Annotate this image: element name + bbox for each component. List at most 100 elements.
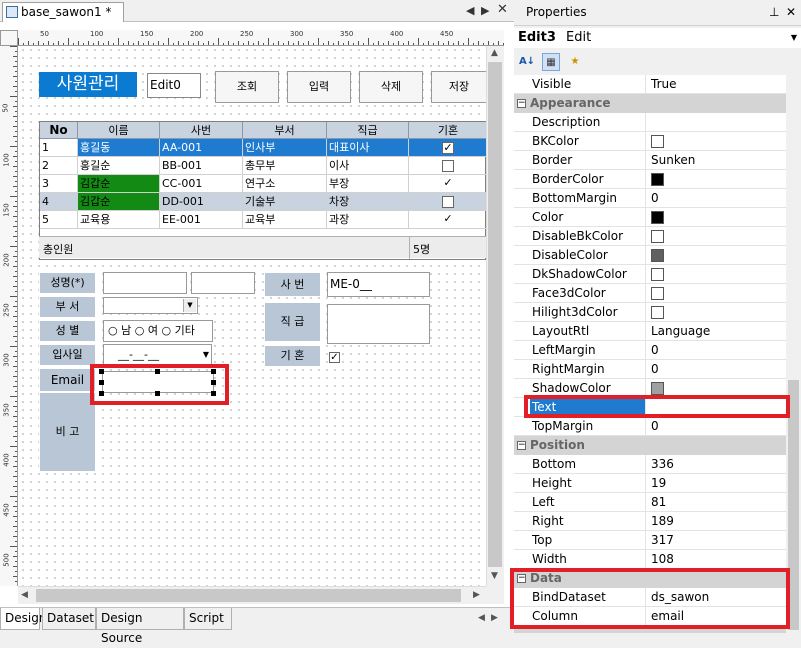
chevron-down-icon[interactable]: ▼ — [183, 299, 196, 312]
property-row[interactable]: DisableColor — [514, 246, 786, 265]
grid-cell-id[interactable]: CC-001 — [160, 175, 243, 193]
scroll-up-icon[interactable]: ▲ — [491, 48, 498, 58]
grid-cell-no[interactable]: 2 — [40, 157, 78, 175]
property-value[interactable]: 336 — [648, 455, 786, 474]
grid-cell-dept[interactable]: 총무부 — [243, 157, 327, 175]
hire-date-input[interactable]: __-__-__ ▼ — [103, 344, 212, 366]
sort-alpha-icon[interactable]: A↓ — [518, 53, 536, 71]
insert-button[interactable]: 입력 — [287, 71, 351, 103]
document-tab[interactable]: base_sawon1 * — [2, 2, 124, 22]
close-icon[interactable]: ✕ — [786, 0, 796, 24]
object-selector[interactable]: Edit3 Edit ▼ — [514, 28, 801, 48]
vertical-scroll-thumb[interactable] — [488, 62, 502, 567]
scroll-right-icon[interactable]: ▶ — [473, 590, 480, 600]
grid-cell-name[interactable]: 김갑순 — [78, 193, 160, 211]
married-checkbox[interactable]: ✓ — [442, 213, 454, 226]
property-value[interactable] — [648, 303, 786, 322]
grid-cell-name[interactable]: 김갑순 — [78, 175, 160, 193]
property-value[interactable] — [648, 265, 786, 284]
grid-header-no[interactable]: No — [40, 122, 78, 139]
property-row[interactable]: DisableBkColor — [514, 227, 786, 246]
collapse-icon[interactable]: − — [517, 99, 526, 108]
grid-cell-id[interactable]: DD-001 — [160, 193, 243, 211]
save-button[interactable]: 저장 — [431, 71, 486, 103]
property-row[interactable]: Right 189 — [514, 512, 786, 531]
property-row[interactable]: LayoutRtl Language — [514, 322, 786, 341]
property-value[interactable]: 108 — [648, 550, 786, 569]
gender-radio-group[interactable]: ○ 남 ○ 여 ○ 기타 — [103, 320, 213, 342]
property-value[interactable] — [648, 208, 786, 227]
property-row[interactable]: Visible True — [514, 75, 786, 94]
grid-cell-no[interactable]: 1 — [40, 139, 78, 157]
events-icon[interactable]: ★ — [566, 53, 584, 71]
horizontal-scroll-thumb[interactable] — [36, 589, 461, 602]
tab-scroll-left-icon[interactable]: ◀ — [466, 4, 474, 18]
rank-input[interactable] — [327, 304, 430, 344]
property-row[interactable]: Face3dColor — [514, 284, 786, 303]
property-value[interactable]: 0 — [648, 189, 786, 208]
category-position[interactable]: − Position — [514, 436, 786, 455]
property-row[interactable]: Hilight3dColor — [514, 303, 786, 322]
property-row[interactable]: BKColor — [514, 132, 786, 151]
grid-cell-id[interactable]: AA-001 — [160, 139, 243, 157]
property-value[interactable]: Language — [648, 322, 786, 341]
tab-design[interactable]: Design — [0, 608, 46, 630]
scroll-down-icon[interactable]: ▼ — [491, 571, 498, 581]
collapse-icon[interactable]: − — [517, 441, 526, 450]
grid-cell-rank[interactable]: 부장 — [327, 175, 409, 193]
delete-button[interactable]: 삭제 — [359, 71, 423, 103]
property-value[interactable] — [648, 113, 786, 132]
property-value[interactable] — [648, 246, 786, 265]
grid-cell-dept[interactable]: 기술부 — [243, 193, 327, 211]
scroll-left-icon[interactable]: ◀ — [21, 590, 28, 600]
close-document-icon[interactable]: ✕ — [497, 3, 508, 17]
grid-cell-id[interactable]: EE-001 — [160, 211, 243, 229]
property-row[interactable]: TopMargin 0 — [514, 417, 786, 436]
grid-cell-dept[interactable]: 교육부 — [243, 211, 327, 229]
property-row[interactable]: BorderColor — [514, 170, 786, 189]
married-checkbox[interactable] — [442, 196, 454, 208]
grid-cell-rank[interactable]: 차장 — [327, 193, 409, 211]
radio-icon[interactable]: ○ — [108, 324, 118, 337]
property-row[interactable]: Width 108 — [514, 550, 786, 569]
chevron-down-icon[interactable]: ▼ — [203, 345, 209, 365]
property-row[interactable]: RightMargin 0 — [514, 360, 786, 379]
property-value[interactable]: 317 — [648, 531, 786, 550]
tab-script[interactable]: Script — [184, 608, 232, 630]
grid-header-dept[interactable]: 부서 — [243, 122, 327, 139]
grid-cell-no[interactable]: 4 — [40, 193, 78, 211]
grid-cell-married[interactable]: ✓ — [409, 139, 487, 157]
property-value[interactable]: 189 — [648, 512, 786, 531]
tab-dataset[interactable]: Dataset — [42, 608, 96, 630]
married-checkbox[interactable]: ✓ — [442, 142, 454, 154]
dept-select[interactable]: ▼ — [103, 297, 198, 314]
property-row[interactable]: BottomMargin 0 — [514, 189, 786, 208]
grid-cell-name[interactable]: 교육용 — [78, 211, 160, 229]
grid-cell-rank[interactable]: 대표이사 — [327, 139, 409, 157]
property-row[interactable]: Color — [514, 208, 786, 227]
radio-icon[interactable]: ○ — [161, 324, 171, 337]
category-appearance[interactable]: − Appearance — [514, 94, 786, 113]
grid-cell-no[interactable]: 3 — [40, 175, 78, 193]
property-row[interactable]: Border Sunken — [514, 151, 786, 170]
property-value[interactable]: 0 — [648, 360, 786, 379]
property-row[interactable]: Top 317 — [514, 531, 786, 550]
grid-cell-dept[interactable]: 인사부 — [243, 139, 327, 157]
grid-cell-dept[interactable]: 연구소 — [243, 175, 327, 193]
grid-cell-married[interactable] — [409, 193, 487, 211]
tab-design-source[interactable]: Design Source — [96, 608, 184, 645]
grid-cell-id[interactable]: BB-001 — [160, 157, 243, 175]
radio-icon[interactable]: ○ — [135, 324, 145, 337]
grid-cell-married[interactable]: ✓ — [409, 211, 487, 229]
married-checkbox[interactable]: ✓ — [442, 177, 454, 190]
categorized-icon[interactable]: ▦ — [542, 53, 560, 71]
married-checkbox[interactable] — [442, 160, 454, 172]
search-button[interactable]: 조회 — [215, 71, 279, 103]
tab-scroll-right-icon[interactable]: ▶ — [481, 4, 489, 18]
name-input-2[interactable] — [191, 272, 255, 294]
property-row[interactable]: DkShadowColor — [514, 265, 786, 284]
grid-cell-name[interactable]: 홍길동 — [78, 139, 160, 157]
property-value[interactable]: 19 — [648, 474, 786, 493]
property-value[interactable] — [648, 132, 786, 151]
married-checkbox[interactable]: ✓ — [329, 352, 340, 363]
